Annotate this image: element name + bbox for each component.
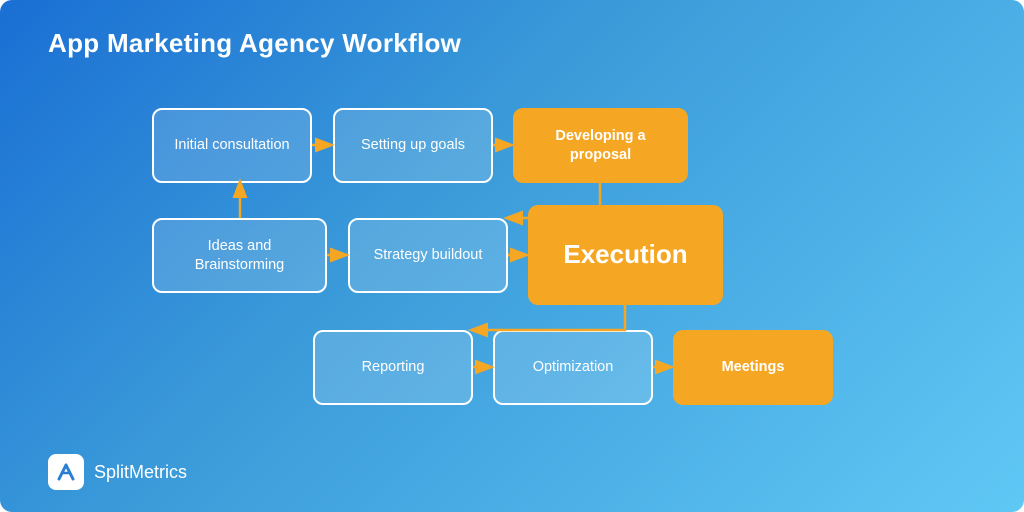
logo-icon (48, 454, 84, 490)
logo-area: SplitMetrics (48, 454, 187, 490)
page-title: App Marketing Agency Workflow (48, 28, 461, 59)
box-optimization: Optimization (493, 330, 653, 405)
box-initial-consultation: Initial consultation (152, 108, 312, 183)
logo-text: SplitMetrics (94, 462, 187, 483)
canvas: App Marketing Agency Workflow Initial co… (0, 0, 1024, 512)
box-strategy-buildout: Strategy buildout (348, 218, 508, 293)
box-execution: Execution (528, 205, 723, 305)
box-developing-proposal: Developing a proposal (513, 108, 688, 183)
box-ideas-brainstorming: Ideas and Brainstorming (152, 218, 327, 293)
box-meetings: Meetings (673, 330, 833, 405)
box-reporting: Reporting (313, 330, 473, 405)
splitmetrics-icon (55, 461, 77, 483)
box-setting-up-goals: Setting up goals (333, 108, 493, 183)
